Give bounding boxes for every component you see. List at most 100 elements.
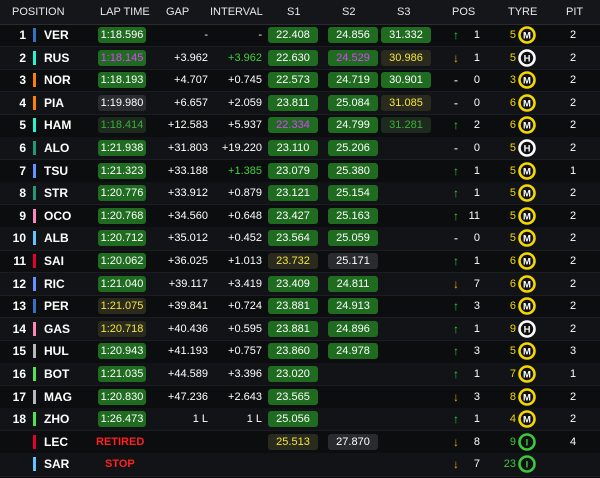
header-pit: PIT	[566, 6, 584, 18]
svg-text:M: M	[523, 370, 531, 381]
gap-value: +34.560	[167, 209, 208, 222]
position-change: 1	[473, 187, 480, 200]
table-row[interactable]: 11 SAI 1:20.062 +36.025 +1.013 23.732 25.171 ↑ 1…	[0, 250, 600, 274]
hard-tyre-icon: H	[518, 48, 536, 67]
svg-text:M: M	[523, 257, 531, 268]
intermediate-tyre-icon: I	[518, 455, 536, 474]
driver-code[interactable]: ALO	[44, 140, 69, 156]
table-row[interactable]: LEC RETIRED 25.513 27.870 ↓ 8 9 I 4	[0, 431, 600, 454]
driver-code[interactable]: LEC	[44, 434, 68, 450]
pit-count: 2	[569, 187, 577, 200]
driver-code[interactable]: HUL	[44, 343, 69, 359]
table-row[interactable]: 2 RUS 1:18.145 +3.962 +3.962 22.630 24.529 30.9…	[0, 46, 600, 70]
medium-tyre-icon: M	[518, 229, 536, 248]
table-row[interactable]: 3 NOR 1:18.193 +4.707 +0.745 22.573 24.719 30.9…	[0, 69, 600, 93]
table-row[interactable]: 13 PER 1:21.075 +39.841 +0.724 23.881 24.913 ↑ 3…	[0, 295, 600, 319]
interval-value: -	[258, 29, 262, 41]
lap-time: 1:19.980	[98, 94, 146, 111]
driver-code[interactable]: RIC	[44, 276, 65, 292]
header-position: POSITION	[12, 6, 65, 18]
position-number: 13	[12, 299, 26, 314]
table-row[interactable]: 1 VER 1:18.596- -22.408 24.856 31.332 ↑ 1 5 M 2	[0, 24, 600, 48]
table-row[interactable]: 18 ZHO 1:26.473 1 L1 L 25.056 ↑ 1 4 M 2	[0, 408, 600, 432]
pit-count: 4	[569, 435, 577, 448]
pit-count: 2	[569, 413, 577, 426]
table-row[interactable]: 14 GAS 1:20.718 +40.436 +0.595 23.881 24.896 ↑ 1…	[0, 317, 600, 341]
position-number: 9	[19, 208, 26, 223]
table-row[interactable]: 12 RIC 1:21.040 +39.117 +3.419 23.409 24.811 ↓ 7…	[0, 272, 600, 296]
tyre-age: 6	[509, 96, 516, 109]
driver-code[interactable]: ZHO	[44, 411, 69, 427]
driver-code[interactable]: STR	[44, 185, 68, 201]
header-s3: S3	[397, 6, 411, 18]
gap-value: +36.025	[167, 255, 208, 267]
driver-code[interactable]: RUS	[44, 50, 69, 66]
driver-code[interactable]: GAS	[44, 321, 70, 337]
table-row[interactable]: 5 HAM 1:18.414 +12.583 +5.937 22.334 24.799 31.…	[0, 114, 600, 138]
position-number: 8	[19, 186, 26, 201]
header-s2: S2	[342, 6, 356, 18]
tyre-age: 6	[509, 119, 516, 132]
gap-value: +4.707	[174, 74, 208, 87]
table-row[interactable]: SAR STOP ↓ 7 23 I	[0, 453, 600, 477]
sector-s2: 24.529	[328, 49, 378, 66]
tyre-age: 23	[503, 458, 516, 471]
driver-code[interactable]: NOR	[44, 72, 71, 88]
driver-code[interactable]: MAG	[44, 389, 72, 405]
position-change: 1	[473, 255, 480, 267]
driver-code[interactable]: VER	[44, 27, 69, 43]
medium-tyre-icon: M	[518, 297, 536, 315]
driver-code[interactable]: SAI	[44, 253, 64, 269]
table-row[interactable]: 7 TSU 1:21.323 +33.188 +1.385 23.079 25.380 ↑ 1 5…	[0, 160, 600, 183]
pit-count: 1	[569, 368, 577, 380]
driver-code[interactable]: HAM	[44, 117, 71, 133]
driver-code[interactable]: PIA	[44, 95, 64, 111]
tyre-age: 6	[509, 277, 516, 290]
svg-text:M: M	[523, 98, 531, 109]
pit-count: 3	[569, 345, 577, 358]
header-lap-time: LAP TIME	[100, 6, 150, 18]
team-color-bar	[33, 367, 36, 381]
table-row[interactable]: 8 STR 1:20.776 +33.912 +0.879 23.121 25.154 ↑ 1 5…	[0, 182, 600, 206]
position-number: 18	[12, 412, 26, 427]
interval-value: +0.452	[228, 232, 262, 245]
pit-count: 2	[569, 119, 577, 132]
sector-s1: 23.409	[268, 275, 318, 292]
interval-value: +5.937	[228, 119, 262, 132]
driver-code[interactable]: ALB	[44, 230, 69, 246]
medium-tyre-icon: M	[518, 274, 536, 293]
position-change: 3	[473, 345, 480, 358]
svg-text:M: M	[523, 392, 531, 403]
lap-time: 1:18.596	[98, 27, 146, 43]
svg-text:H: H	[524, 144, 531, 155]
position-change: 3	[473, 390, 480, 403]
tyre-age: 5	[509, 142, 516, 154]
position-number: 2	[19, 50, 26, 65]
live-timing-board: POSITION LAP TIME GAP INTERVAL S1 S2 S3 …	[0, 0, 600, 478]
driver-code[interactable]: PER	[44, 298, 69, 314]
svg-text:I: I	[526, 460, 529, 471]
tyre-age: 3	[509, 74, 516, 87]
table-row[interactable]: 4 PIA 1:19.980 +6.657 +2.059 23.811 25.084 31.0…	[0, 91, 600, 115]
table-row[interactable]: 17 MAG 1:20.830 +47.236 +2.643 23.565 ↓ 3 8 M 2	[0, 386, 600, 409]
driver-code[interactable]: OCO	[44, 208, 71, 224]
table-row[interactable]: 15 HUL 1:20.943 +41.193 +0.757 23.860 24.978 ↑ 3…	[0, 340, 600, 364]
gap-value: +47.236	[167, 390, 208, 403]
position-number: 1	[19, 28, 26, 42]
table-row[interactable]: 6 ALO 1:21.938 +31.803 +19.220 23.110 25.206-0…	[0, 137, 600, 161]
interval-value: 1 L	[246, 413, 262, 426]
table-row[interactable]: 9 OCO 1:20.768 +34.560 +0.648 23.427 25.163 ↑ 11…	[0, 205, 600, 228]
sector-s2: 24.856	[328, 27, 378, 43]
tyre-age: 4	[509, 413, 516, 426]
team-color-bar	[33, 118, 36, 133]
driver-code[interactable]: TSU	[44, 163, 68, 179]
table-row[interactable]: 10 ALB 1:20.712 +35.012 +0.452 23.564 25.059-0…	[0, 227, 600, 251]
driver-code[interactable]: BOT	[44, 366, 69, 382]
interval-value: +3.396	[228, 368, 262, 380]
position-change: 7	[473, 277, 480, 290]
table-row[interactable]: 16 BOT 1:21.035 +44.589 +3.396 23.020 ↑ 1 7 M 1	[0, 363, 600, 387]
sector-s2: 25.206	[328, 140, 378, 156]
driver-code[interactable]: SAR	[44, 456, 69, 472]
tyre-age: 5	[509, 345, 516, 358]
team-color-bar	[33, 50, 36, 65]
